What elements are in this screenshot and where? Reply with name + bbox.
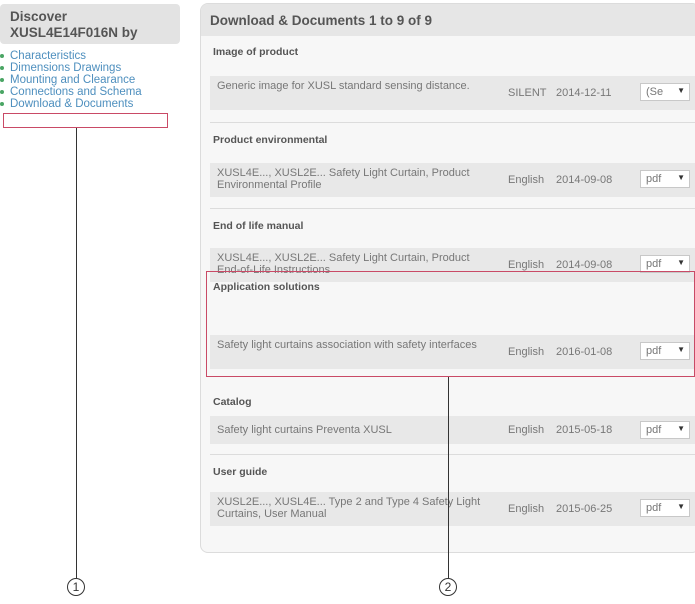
document-language: English bbox=[508, 259, 545, 271]
dropdown-arrow-icon: ▼ bbox=[677, 258, 685, 267]
callout-marker-1: 1 bbox=[67, 578, 85, 596]
document-date: 2014-12-11 bbox=[556, 87, 612, 99]
format-select-value: pdf bbox=[646, 173, 662, 185]
divider bbox=[210, 208, 695, 209]
format-select-value: pdf bbox=[646, 258, 662, 270]
sidebar-item-characteristics[interactable]: Characteristics bbox=[0, 50, 142, 62]
section-title-catalog: Catalog bbox=[213, 396, 252, 408]
sidebar-nav: Characteristics Dimensions Drawings Moun… bbox=[0, 50, 142, 110]
document-name[interactable]: XUSL2E..., XUSL4E... Type 2 and Type 4 S… bbox=[217, 496, 487, 520]
document-language: English bbox=[508, 424, 545, 436]
sidebar-item-mounting-and-clearance[interactable]: Mounting and Clearance bbox=[0, 74, 142, 86]
format-select[interactable]: (Se ▼ bbox=[640, 83, 690, 101]
section-title-product-environmental: Product environmental bbox=[213, 134, 328, 146]
format-select[interactable]: pdf ▼ bbox=[640, 421, 690, 439]
callout-line-1 bbox=[76, 128, 77, 578]
section-title-user-guide: User guide bbox=[213, 466, 268, 478]
section-title-image-of-product: Image of product bbox=[213, 46, 299, 58]
panel-header: Download & Documents 1 to 9 of 9 bbox=[201, 4, 695, 36]
format-select-value: pdf bbox=[646, 502, 662, 514]
document-date: 2014-09-08 bbox=[556, 259, 613, 271]
format-select[interactable]: pdf ▼ bbox=[640, 499, 690, 517]
document-row[interactable]: XUSL2E..., XUSL4E... Type 2 and Type 4 S… bbox=[210, 492, 695, 526]
callout-marker-2: 2 bbox=[439, 578, 457, 596]
format-select-value: pdf bbox=[646, 424, 662, 436]
document-name[interactable]: Safety light curtains Preventa XUSL bbox=[217, 424, 487, 436]
highlight-box-application-solutions bbox=[206, 271, 695, 377]
dropdown-arrow-icon: ▼ bbox=[677, 424, 685, 433]
panel-title: Download & Documents 1 to 9 of 9 bbox=[210, 13, 433, 28]
document-date: 2015-06-25 bbox=[556, 503, 613, 515]
format-select-value: (Se bbox=[646, 86, 664, 98]
sidebar-item-connections-and-schema[interactable]: Connections and Schema bbox=[0, 86, 142, 98]
document-date: 2014-09-08 bbox=[556, 174, 613, 186]
callout-line-2 bbox=[448, 377, 449, 578]
section-title-end-of-life-manual: End of life manual bbox=[213, 220, 304, 232]
document-language: SILENT bbox=[508, 87, 547, 99]
document-row[interactable]: Generic image for XUSL standard sensing … bbox=[210, 76, 695, 110]
document-row[interactable]: Safety light curtains Preventa XUSL Engl… bbox=[210, 416, 695, 444]
document-language: English bbox=[508, 503, 545, 515]
divider bbox=[210, 122, 695, 123]
dropdown-arrow-icon: ▼ bbox=[677, 173, 685, 182]
dropdown-arrow-icon: ▼ bbox=[677, 86, 685, 95]
sidebar-item-download-documents[interactable]: Download & Documents bbox=[0, 98, 142, 110]
divider bbox=[210, 454, 695, 455]
document-name[interactable]: XUSL4E..., XUSL2E... Safety Light Curtai… bbox=[217, 167, 487, 191]
sidebar-item-dimensions-drawings[interactable]: Dimensions Drawings bbox=[0, 62, 142, 74]
sidebar-title-line1: Discover bbox=[10, 9, 68, 24]
document-name[interactable]: Generic image for XUSL standard sensing … bbox=[217, 80, 487, 92]
sidebar-title: Discover XUSL4E14F016N by bbox=[0, 4, 180, 44]
format-select[interactable]: pdf ▼ bbox=[640, 170, 690, 188]
sidebar-title-line2: XUSL4E14F016N by bbox=[10, 25, 138, 40]
highlight-box-download-documents bbox=[3, 113, 168, 128]
dropdown-arrow-icon: ▼ bbox=[677, 502, 685, 511]
document-language: English bbox=[508, 174, 545, 186]
document-date: 2015-05-18 bbox=[556, 424, 613, 436]
document-row[interactable]: XUSL4E..., XUSL2E... Safety Light Curtai… bbox=[210, 163, 695, 197]
